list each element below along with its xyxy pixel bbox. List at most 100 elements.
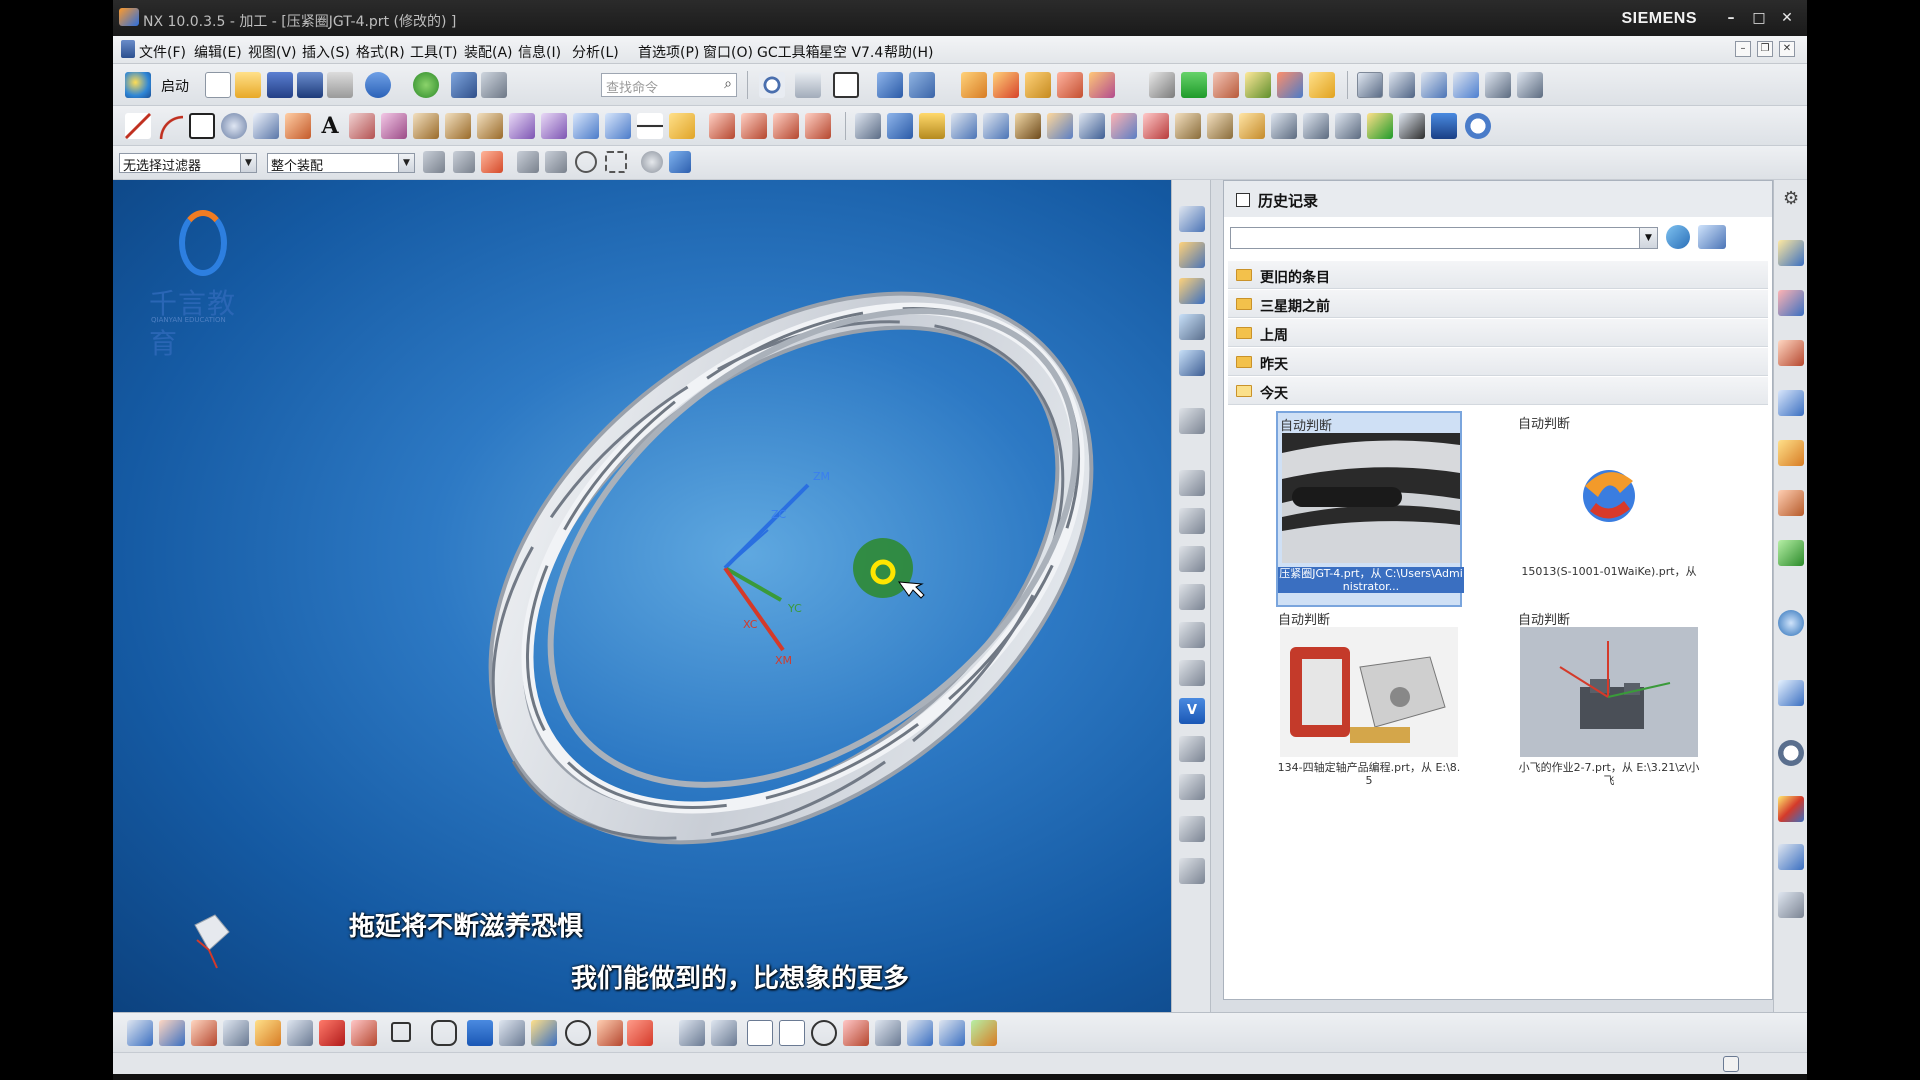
hole-icon[interactable] — [287, 1020, 313, 1046]
roles-tab-icon[interactable] — [1778, 844, 1804, 870]
section-view-icon[interactable] — [875, 1020, 901, 1046]
system-scenes-tab-icon[interactable] — [1778, 892, 1804, 918]
graphics-viewport[interactable]: 千言教育 QIANYAN EDUCATION ZM ZC YC XC XM 拖延… — [113, 180, 1171, 1012]
open-folder-icon[interactable] — [235, 72, 261, 98]
color-edit-icon[interactable] — [971, 1020, 997, 1046]
menu-format[interactable]: 格式(R) — [356, 42, 405, 62]
machine-navigator-tab-icon[interactable] — [1778, 290, 1804, 316]
menu-xingkong[interactable]: 星空 V7.4 — [819, 42, 883, 62]
doc-minimize-button[interactable]: – — [1735, 41, 1751, 57]
path-icon[interactable] — [1179, 584, 1205, 610]
history-item[interactable]: 自动判断 15013(S-1001-01WaiKe).prt，从 — [1516, 411, 1702, 607]
history-folder[interactable]: 昨天 — [1228, 348, 1768, 376]
zlevel-icon[interactable] — [983, 113, 1009, 139]
cube-view-icon[interactable] — [669, 151, 691, 173]
machine-tool-icon[interactable] — [1179, 408, 1205, 434]
validate-v-icon[interactable]: V — [1179, 698, 1205, 724]
maximize-button[interactable]: □ — [1749, 9, 1769, 27]
fixed-contour-icon[interactable] — [1079, 113, 1105, 139]
simulate-icon[interactable] — [1277, 72, 1303, 98]
datum-plane-icon[interactable] — [159, 1020, 185, 1046]
snap-point-icon[interactable] — [453, 151, 475, 173]
hd3d-tab-icon[interactable] — [1778, 540, 1804, 566]
replay-icon[interactable] — [1213, 72, 1239, 98]
offset-curve-icon[interactable] — [381, 113, 407, 139]
launch-icon[interactable] — [125, 72, 151, 98]
verify-icon[interactable] — [1245, 72, 1271, 98]
point-snap-icon[interactable] — [811, 1020, 837, 1046]
face-mill-icon[interactable] — [1047, 113, 1073, 139]
fit-view-icon[interactable] — [759, 72, 785, 98]
midpoint-snap-icon[interactable] — [517, 151, 539, 173]
wave-curve-icon[interactable] — [637, 113, 663, 139]
unite-icon[interactable] — [351, 1020, 377, 1046]
operation-navigator-tab-icon[interactable] — [1778, 240, 1804, 266]
model-canvas[interactable]: ZM ZC YC XC XM — [113, 180, 1171, 1012]
delete-icon[interactable] — [1149, 72, 1175, 98]
compression-ring-model[interactable] — [395, 206, 1171, 944]
csys-dynamic-icon[interactable] — [127, 1020, 153, 1046]
doc-close-button[interactable]: ✕ — [1779, 41, 1795, 57]
web-browser-tab-icon[interactable] — [1778, 610, 1804, 636]
mirror-curve-icon[interactable] — [605, 113, 631, 139]
new-file-icon[interactable] — [205, 72, 231, 98]
bridge-curve-icon[interactable] — [773, 113, 799, 139]
view-mode-icon[interactable] — [1698, 225, 1726, 249]
history-folder-today[interactable]: 今天 — [1228, 377, 1768, 405]
shop-docs-icon[interactable] — [1335, 113, 1361, 139]
block-icon[interactable] — [319, 1020, 345, 1046]
layer-settings-icon[interactable] — [907, 1020, 933, 1046]
trim-curve-icon[interactable] — [413, 113, 439, 139]
point-icon[interactable] — [285, 113, 311, 139]
arc-icon[interactable] — [157, 113, 183, 139]
tool-holder-icon[interactable] — [1179, 470, 1205, 496]
tree-view-icon[interactable] — [1517, 72, 1543, 98]
mill-contour-icon[interactable] — [887, 113, 913, 139]
sketch-icon[interactable] — [679, 1020, 705, 1046]
minimize-button[interactable]: – — [1721, 9, 1741, 27]
view-orient-icon[interactable] — [795, 72, 821, 98]
history-tab-icon[interactable] — [1778, 680, 1804, 706]
output-cls-icon[interactable] — [1367, 113, 1393, 139]
spindle-icon[interactable] — [1179, 736, 1205, 762]
machine-tool-view-icon[interactable] — [1389, 72, 1415, 98]
assembly-navigator-tab-icon[interactable] — [1778, 340, 1804, 366]
geometry-view-icon[interactable] — [1421, 72, 1447, 98]
extract-curve-icon[interactable] — [573, 113, 599, 139]
program-order-view-icon[interactable] — [1357, 72, 1383, 98]
wcs-icon[interactable] — [877, 72, 903, 98]
menu-preferences[interactable]: 首选项(P) — [638, 42, 699, 62]
endpoint-snap-icon[interactable] — [481, 151, 503, 173]
fixture-icon[interactable] — [1179, 622, 1205, 648]
move-object-icon[interactable] — [939, 1020, 965, 1046]
history-item[interactable]: 自动判断 134-四轴定轴产品编程.prt，从 E:\8.5 — [1276, 607, 1462, 803]
probe-icon[interactable] — [1271, 113, 1297, 139]
command-search-input[interactable]: 查找命令 ⌕ — [601, 73, 737, 97]
profile-icon[interactable] — [711, 1020, 737, 1046]
history-folder[interactable]: 上周 — [1228, 319, 1768, 347]
postprocess-icon[interactable] — [1309, 72, 1335, 98]
helix-icon[interactable] — [221, 113, 247, 139]
status-window-icon[interactable] — [1723, 1056, 1739, 1072]
history-folder[interactable]: 更旧的条目 — [1228, 261, 1768, 289]
tool-path-list-icon[interactable] — [1303, 113, 1329, 139]
clock-icon[interactable] — [1465, 113, 1491, 139]
gear-icon[interactable]: ⚙ — [1783, 188, 1799, 209]
chamfer-mill-icon[interactable] — [1207, 113, 1233, 139]
create-operation-icon[interactable] — [1089, 72, 1115, 98]
hole-mill-icon[interactable] — [1143, 113, 1169, 139]
curve-on-face-icon[interactable] — [843, 1020, 869, 1046]
edit-curve-icon[interactable] — [669, 113, 695, 139]
part-navigator-icon[interactable] — [1179, 278, 1205, 304]
generate-icon[interactable] — [1181, 72, 1207, 98]
measure-icon[interactable] — [627, 1020, 653, 1046]
trim-body-icon[interactable] — [499, 1020, 525, 1046]
calculator-icon[interactable] — [1431, 113, 1457, 139]
print-icon[interactable] — [327, 72, 353, 98]
csys-icon[interactable] — [909, 72, 935, 98]
thread-mill-icon[interactable] — [1175, 113, 1201, 139]
save-as-icon[interactable] — [297, 72, 323, 98]
menu-file[interactable]: 文件(F) — [139, 42, 186, 62]
reuse-library-icon[interactable] — [1179, 314, 1205, 340]
menu-analysis[interactable]: 分析(L) — [572, 42, 619, 62]
